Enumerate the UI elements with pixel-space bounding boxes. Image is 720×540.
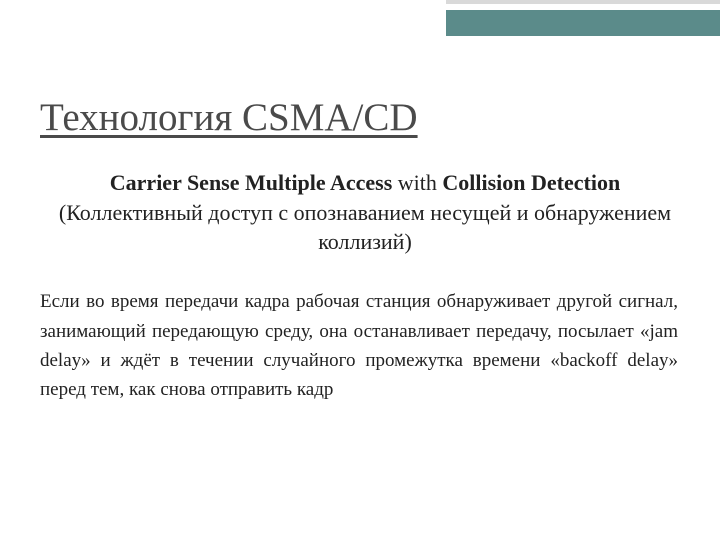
- slide-title: Технология CSMA/CD: [40, 95, 690, 140]
- decorative-top-bar: [446, 0, 720, 36]
- slide-subtitle: Carrier Sense Multiple Access with Colli…: [40, 168, 690, 257]
- top-bar-thin-line: [446, 0, 720, 4]
- subtitle-plain-1: with: [392, 170, 442, 195]
- slide-body-text: Если во время передачи кадра рабочая ста…: [40, 287, 690, 405]
- slide-content: Технология CSMA/CD Carrier Sense Multipl…: [0, 0, 720, 405]
- subtitle-bold-1: Carrier Sense Multiple Access: [110, 170, 392, 195]
- subtitle-bold-2: Collision Detection: [442, 170, 620, 195]
- subtitle-line-2: (Коллективный доступ с опознаванием несу…: [59, 200, 671, 255]
- top-bar-thick-line: [446, 10, 720, 36]
